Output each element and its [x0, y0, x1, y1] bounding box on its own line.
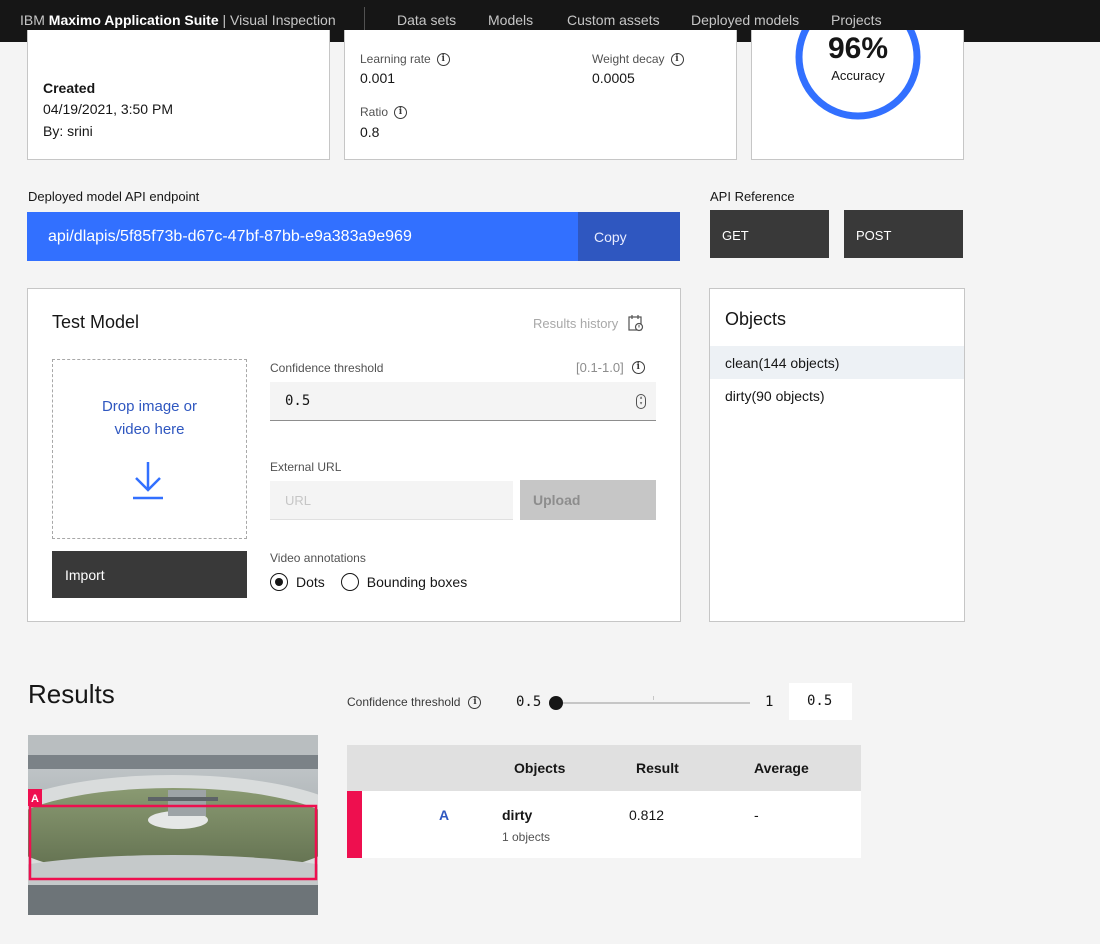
brand-name: Maximo Application Suite: [48, 12, 219, 28]
row-result: 0.812: [629, 807, 665, 823]
weight-decay-label: Weight decay i: [592, 52, 684, 66]
weight-decay-label-text: Weight decay: [592, 52, 665, 66]
confidence-threshold-label: Confidence threshold: [270, 361, 384, 375]
drop-text-line1: Drop image or: [101, 398, 198, 415]
learning-rate-value: 0.001: [360, 70, 396, 86]
objects-card: Objects clean(144 objects) dirty(90 obje…: [709, 288, 965, 622]
import-button[interactable]: Import: [52, 551, 247, 598]
nav-item-projects[interactable]: Projects: [831, 12, 882, 28]
nav-item-custom-assets[interactable]: Custom assets: [567, 12, 660, 28]
row-average: -: [754, 807, 759, 823]
results-title: Results: [28, 679, 115, 709]
accuracy-label: Accuracy: [831, 68, 885, 83]
weight-decay-value: 0.0005: [592, 70, 635, 86]
get-button[interactable]: GET: [710, 210, 829, 258]
accuracy-value: 96%: [827, 32, 889, 65]
video-annotations-label: Video annotations: [270, 551, 366, 565]
download-icon: [133, 462, 163, 500]
brand-suffix: | Visual Inspection: [222, 12, 336, 28]
created-date: 04/19/2021, 3:50 PM: [43, 101, 173, 117]
confidence-threshold-input[interactable]: 0.5 ▴ ▾: [270, 382, 656, 421]
video-annotations-radio-group: Dots Bounding boxes: [270, 573, 467, 591]
drop-text-line2: video here: [114, 421, 185, 438]
slider-tick: [653, 696, 654, 700]
nav-item-models[interactable]: Models: [488, 12, 533, 28]
detection-tag: A: [31, 793, 39, 805]
radio-dots-label[interactable]: Dots: [296, 574, 325, 590]
header-result: Result: [636, 760, 679, 776]
row-object-count: 1 objects: [502, 830, 551, 844]
info-icon[interactable]: i: [631, 361, 645, 374]
drop-zone-text: Drop image or video here: [53, 395, 246, 441]
results-confidence-label-text: Confidence threshold: [347, 695, 461, 709]
result-image-thumbnail[interactable]: A: [28, 735, 318, 915]
created-label: Created: [43, 80, 96, 96]
object-item-clean[interactable]: clean(144 objects): [710, 346, 964, 379]
radio-bounding-boxes[interactable]: [340, 573, 359, 591]
result-image: A: [28, 735, 318, 915]
copy-button[interactable]: Copy: [578, 212, 680, 261]
model-created-card: Created 04/19/2021, 3:50 PM By: srini: [27, 30, 330, 160]
endpoint-field[interactable]: api/dlapis/5f85f73b-d67c-47bf-87bb-e9a38…: [27, 212, 579, 261]
ratio-value: 0.8: [360, 124, 380, 140]
results-table-header: Objects Result Average: [347, 745, 861, 791]
info-icon[interactable]: i: [468, 695, 482, 709]
results-confidence-label: Confidence threshold i: [347, 695, 482, 709]
external-url-label: External URL: [270, 460, 342, 474]
created-by: By: srini: [43, 123, 93, 139]
radio-dots[interactable]: [270, 573, 288, 591]
row-color-indicator: [347, 791, 362, 858]
confidence-slider-handle[interactable]: [549, 696, 563, 710]
confidence-threshold-value: 0.5: [285, 393, 311, 409]
results-table: Objects Result Average A dirty 1 objects…: [347, 745, 861, 858]
calendar-history-icon: [628, 315, 644, 332]
nav-item-data-sets[interactable]: Data sets: [397, 12, 456, 28]
ratio-label-text: Ratio: [360, 105, 389, 119]
app-brand[interactable]: IBM Maximo Application Suite | Visual In…: [20, 12, 336, 28]
info-icon[interactable]: i: [436, 52, 450, 66]
slider-value-input[interactable]: 0.5: [789, 683, 852, 720]
radio-bounding-boxes-label[interactable]: Bounding boxes: [367, 574, 467, 590]
learning-rate-label-text: Learning rate: [360, 52, 431, 66]
drop-zone[interactable]: Drop image or video here: [52, 359, 247, 539]
test-model-card: Test Model Results history Drop image or…: [27, 288, 681, 622]
api-reference-label: API Reference: [710, 189, 795, 204]
confidence-range-text: [0.1-1.0]: [576, 360, 624, 375]
accuracy-card: 96% Accuracy: [751, 30, 964, 160]
row-object: dirty: [502, 807, 533, 823]
slider-max-value: 1: [765, 694, 774, 710]
confidence-slider-track[interactable]: [555, 702, 750, 704]
info-icon[interactable]: i: [394, 105, 408, 119]
upload-button[interactable]: Upload: [520, 480, 656, 520]
number-stepper-icon[interactable]: ▴ ▾: [636, 394, 646, 409]
objects-title: Objects: [725, 309, 787, 329]
slider-min-value: 0.5: [516, 694, 542, 710]
endpoint-label: Deployed model API endpoint: [28, 189, 200, 204]
row-tag: A: [439, 807, 450, 823]
header-average: Average: [754, 760, 809, 776]
results-history-link[interactable]: Results history: [533, 314, 644, 332]
brand-prefix: IBM: [20, 12, 45, 28]
external-url-input[interactable]: URL: [270, 481, 513, 520]
test-model-title: Test Model: [52, 312, 140, 332]
object-item-dirty[interactable]: dirty(90 objects): [710, 379, 964, 412]
info-icon[interactable]: i: [670, 52, 684, 66]
learning-rate-label: Learning rate i: [360, 52, 450, 66]
nav-item-deployed-models[interactable]: Deployed models: [691, 12, 799, 28]
results-history-label: Results history: [533, 315, 619, 331]
hyperparameters-card: Learning rate i 0.001 Weight decay i 0.0…: [344, 30, 737, 160]
post-button[interactable]: POST: [844, 210, 963, 258]
header-objects: Objects: [514, 760, 566, 776]
confidence-range-hint: [0.1-1.0] i: [576, 360, 645, 375]
ratio-label: Ratio i: [360, 105, 408, 119]
